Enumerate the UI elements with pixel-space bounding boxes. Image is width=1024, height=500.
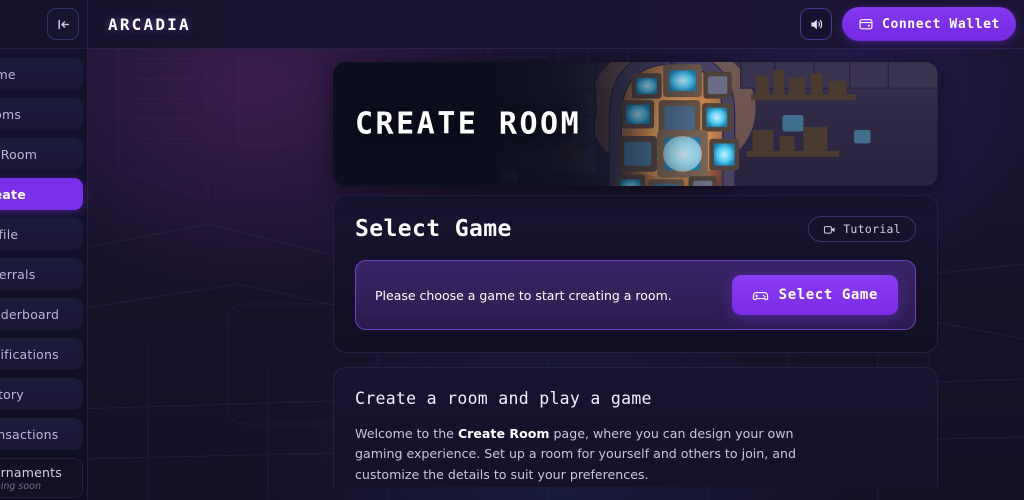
page-content: CREATE ROOM Select Game Tutorial Please … <box>88 49 1024 500</box>
tutorial-label: Tutorial <box>843 222 901 236</box>
sidebar-item-label: My Room <box>0 146 38 162</box>
info-card-title: Create a room and play a game <box>355 389 652 408</box>
speaker-volume-icon <box>810 19 822 29</box>
main-content: CREATE ROOM Select Game Tutorial Please … <box>88 49 1024 500</box>
sound-toggle-button[interactable] <box>800 8 833 40</box>
sidebar-item-label: Rooms <box>0 106 22 122</box>
sidebar-item-history[interactable]: History <box>0 378 83 410</box>
select-game-button[interactable]: Select Game <box>731 275 898 315</box>
sidebar-item-label: Profile <box>0 226 19 242</box>
video-tutorial-icon <box>824 225 835 234</box>
sidebar-item-sublabel: Coming soon <box>0 480 42 492</box>
tutorial-button[interactable]: Tutorial <box>808 216 916 242</box>
info-card: Create a room and play a game Welcome to… <box>333 367 938 487</box>
sidebar-item-my-room[interactable]: My Room <box>0 138 83 170</box>
connect-wallet-button[interactable]: Connect Wallet <box>842 7 1016 41</box>
select-game-prompt-box: Please choose a game to start creating a… <box>355 260 916 330</box>
sidebar-item-rooms[interactable]: Rooms <box>0 98 83 130</box>
hero-banner: CREATE ROOM <box>333 62 938 186</box>
connect-wallet-label: Connect Wallet <box>882 16 1000 32</box>
sidebar-item-tournaments[interactable]: Tournaments Coming soon <box>0 458 83 498</box>
sidebar-item-label: Referrals <box>0 266 36 282</box>
header-actions: Connect Wallet <box>800 7 1016 41</box>
sidebar-item-notifications[interactable]: Notifications <box>0 338 83 370</box>
collapse-sidebar-button[interactable] <box>47 8 79 40</box>
info-body-bold: Create Room <box>457 426 550 441</box>
sidebar: Home Rooms My Room Create Profile Referr… <box>0 0 88 500</box>
sidebar-item-transactions[interactable]: Transactions <box>0 418 83 450</box>
wallet-icon <box>859 19 873 30</box>
sidebar-item-label: Tournaments <box>0 464 62 480</box>
sidebar-item-label: Create <box>0 186 26 202</box>
sidebar-nav: Home Rooms My Room Create Profile Referr… <box>0 49 87 498</box>
select-game-card: Select Game Tutorial Please choose a gam… <box>333 195 938 353</box>
sidebar-item-label: Transactions <box>0 426 59 442</box>
info-body-lead: Welcome to the <box>355 426 458 441</box>
sidebar-item-label: Notifications <box>0 346 59 362</box>
sidebar-item-label: History <box>0 386 24 402</box>
page-title: CREATE ROOM <box>355 106 582 142</box>
top-header: ARCADIA Connect Wallet <box>88 0 1024 49</box>
info-card-body: Welcome to the Create Room page, where y… <box>355 424 825 485</box>
sidebar-item-leaderboard[interactable]: Leaderboard <box>0 298 83 330</box>
sidebar-item-create[interactable]: Create <box>0 178 83 210</box>
select-game-header: Select Game Tutorial <box>355 216 916 242</box>
sidebar-item-profile[interactable]: Profile <box>0 218 83 250</box>
sidebar-item-referrals[interactable]: Referrals <box>0 258 83 290</box>
select-game-title: Select Game <box>355 216 512 242</box>
collapse-sidebar-icon <box>57 19 69 29</box>
sidebar-header <box>0 0 87 49</box>
sidebar-item-label: Home <box>0 66 16 82</box>
app-root: Home Rooms My Room Create Profile Referr… <box>0 0 1024 500</box>
app-logo: ARCADIA <box>108 14 191 34</box>
select-game-button-label: Select Game <box>778 287 878 303</box>
sidebar-item-home[interactable]: Home <box>0 58 83 90</box>
sidebar-item-label: Leaderboard <box>0 306 60 322</box>
select-game-prompt-text: Please choose a game to start creating a… <box>375 287 672 303</box>
gamepad-icon <box>752 291 768 300</box>
